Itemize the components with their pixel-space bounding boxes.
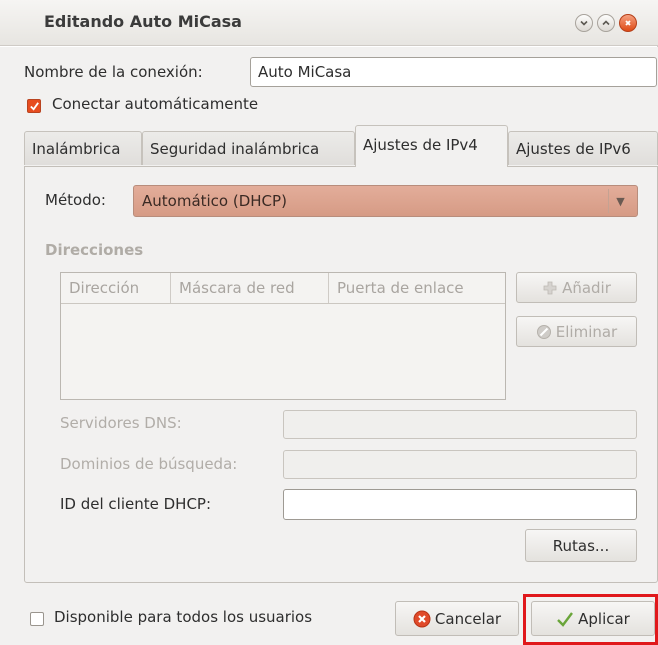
column-header-netmask[interactable]: Máscara de red	[171, 273, 329, 303]
tab-wireless-security[interactable]: Seguridad inalámbrica	[142, 131, 355, 165]
window-title: Editando Auto MiCasa	[44, 12, 242, 31]
all-users-label[interactable]: Disponible para todos los usuarios	[54, 608, 312, 626]
table-header-divider	[61, 303, 505, 304]
remove-button[interactable]: Eliminar	[516, 316, 637, 347]
search-domains-input[interactable]	[283, 450, 637, 479]
column-header-gateway[interactable]: Puerta de enlace	[329, 273, 505, 303]
routes-button-label: Rutas...	[552, 536, 610, 555]
method-dropdown[interactable]: Automático (DHCP)	[133, 185, 638, 217]
dhcp-client-id-label: ID del cliente DHCP:	[60, 495, 212, 513]
close-icon	[625, 20, 631, 26]
plus-icon	[542, 280, 558, 296]
remove-button-label: Eliminar	[555, 322, 618, 341]
cancel-button-label: Cancelar	[434, 609, 502, 628]
chevron-up-icon	[602, 20, 610, 26]
auto-connect-checkbox[interactable]	[27, 99, 41, 113]
apply-highlight-box	[523, 594, 658, 645]
connection-name-input[interactable]: Auto MiCasa	[250, 57, 657, 87]
cancel-button[interactable]: Cancelar	[395, 601, 519, 636]
all-users-checkbox[interactable]	[30, 612, 44, 626]
cancel-icon	[413, 610, 431, 628]
remove-icon	[536, 324, 552, 340]
connection-name-label: Nombre de la conexión:	[24, 63, 203, 81]
dropdown-arrow-icon[interactable]: ▼	[608, 189, 632, 213]
routes-button[interactable]: Rutas...	[525, 529, 637, 562]
tab-ipv6-settings[interactable]: Ajustes de IPv6	[508, 131, 658, 165]
column-header-address[interactable]: Dirección	[61, 273, 171, 303]
auto-connect-label[interactable]: Conectar automáticamente	[52, 95, 258, 113]
dhcp-client-id-input[interactable]	[283, 489, 637, 520]
dns-servers-label: Servidores DNS:	[60, 414, 182, 432]
tab-ipv4-settings[interactable]: Ajustes de IPv4	[355, 125, 508, 167]
add-button[interactable]: Añadir	[516, 272, 637, 303]
checkmark-icon	[29, 101, 39, 111]
close-button[interactable]	[619, 14, 637, 32]
tab-wireless[interactable]: Inalámbrica	[24, 131, 142, 165]
addresses-heading: Direcciones	[45, 241, 144, 259]
minimize-button[interactable]	[575, 14, 593, 32]
maximize-button[interactable]	[597, 14, 615, 32]
chevron-down-icon	[580, 20, 588, 26]
method-label: Método:	[45, 191, 106, 209]
add-button-label: Añadir	[562, 278, 611, 297]
search-domains-label: Dominios de búsqueda:	[60, 455, 238, 473]
dns-servers-input[interactable]	[283, 410, 637, 439]
